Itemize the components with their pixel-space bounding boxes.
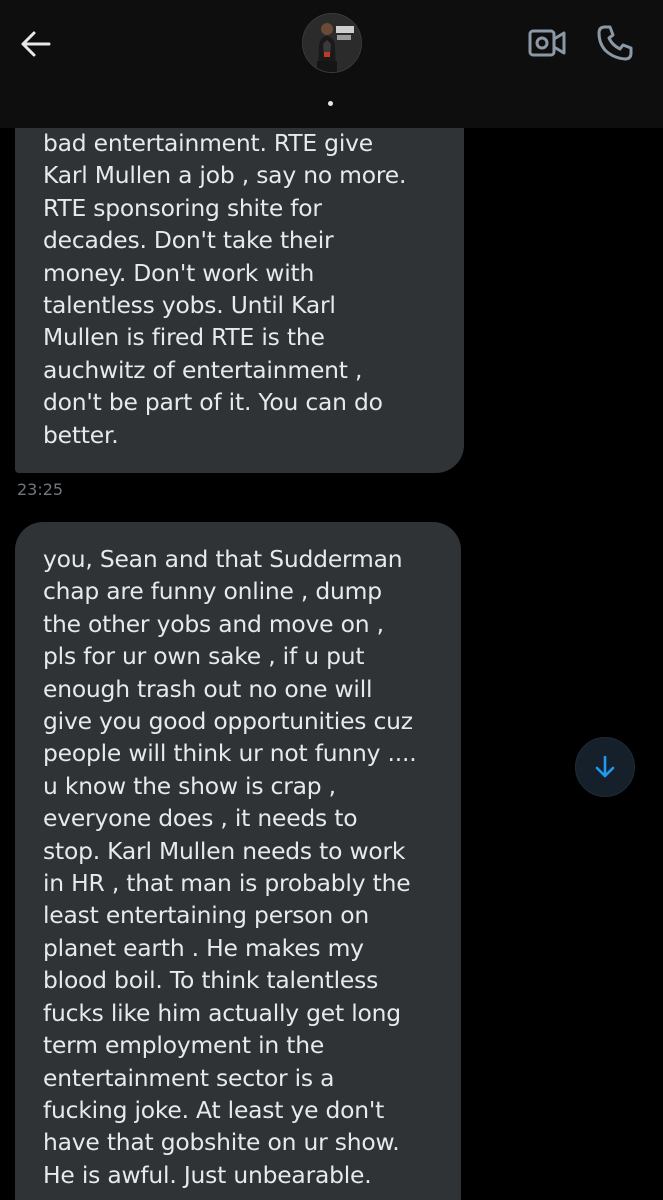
phone-icon	[597, 25, 633, 61]
arrow-down-icon	[595, 755, 615, 778]
phone-call-button[interactable]	[596, 24, 634, 62]
video-call-icon	[528, 29, 566, 57]
profile-photo-icon	[303, 14, 361, 72]
message-bubble[interactable]: bad entertainment. RTE give Karl Mullen …	[15, 110, 464, 473]
scroll-to-bottom-button[interactable]	[575, 737, 635, 797]
video-call-button[interactable]	[527, 25, 567, 61]
dm-conversation-screen: bad entertainment. RTE give Karl Mullen …	[0, 0, 663, 1200]
arrow-left-icon	[21, 31, 51, 57]
avatar[interactable]	[302, 13, 362, 73]
status-dot	[328, 101, 333, 106]
message-bubble[interactable]: you, Sean and that Sudderman chap are fu…	[15, 522, 461, 1200]
conversation-header	[0, 0, 663, 128]
back-button[interactable]	[16, 24, 56, 64]
message-timestamp: 23:25	[17, 480, 64, 499]
